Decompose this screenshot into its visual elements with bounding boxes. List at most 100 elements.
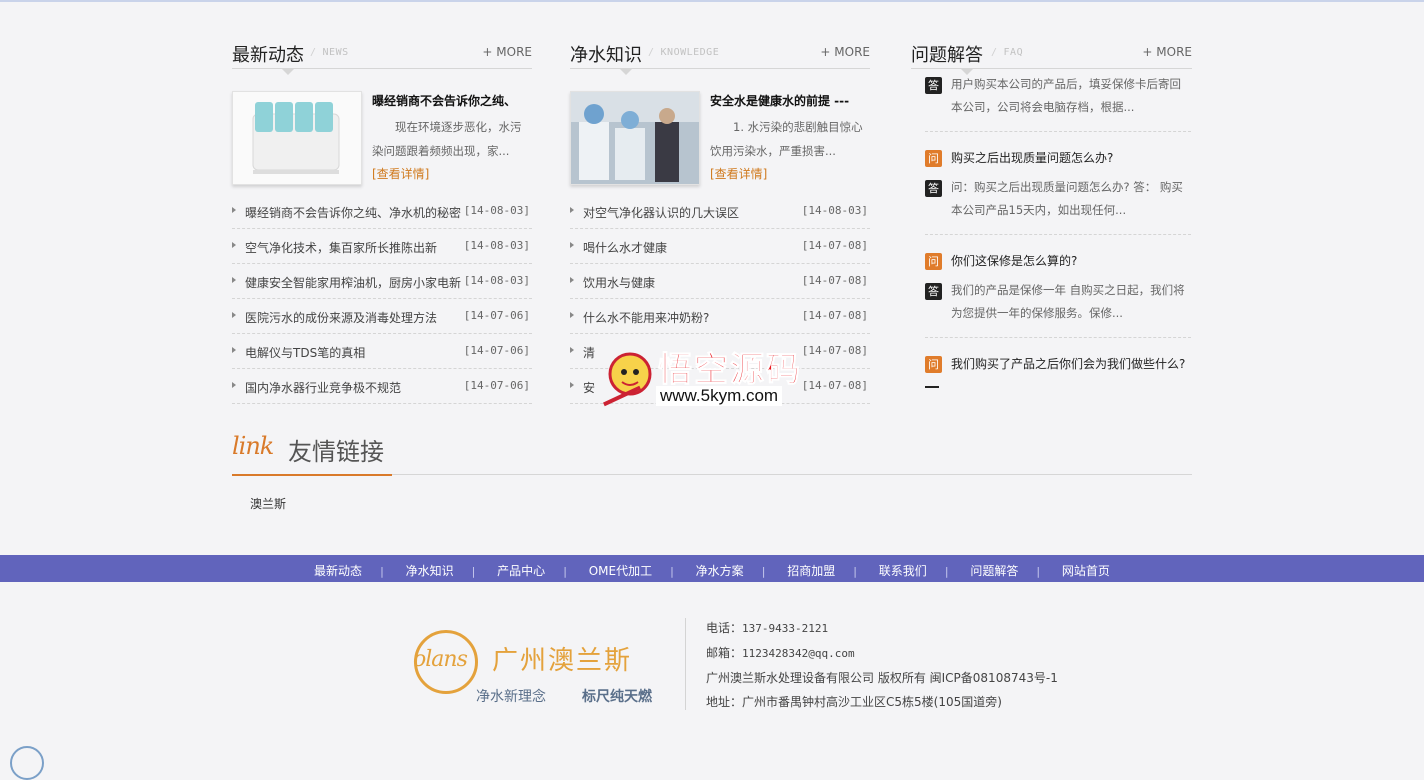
nav-item-faq[interactable]: 问题解答 [970,562,1018,579]
monkey-king-icon [603,352,652,407]
nav-separator: | [1036,565,1041,578]
answer-badge-icon: 答 [925,77,942,94]
friend-links-list: 澳兰斯 [232,475,1192,512]
logo-slogan-2: 标尺纯天燃 [582,689,652,705]
friend-links-header: link 友情链接 [232,430,1192,476]
news-list-item[interactable]: 电解仪与TDS笔的真相 [14-07-06] [232,334,532,369]
friend-links-title: 友情链接 [288,438,384,466]
bullet-icon [570,312,574,318]
bullet-icon [570,242,574,248]
faq-title: 问题解答 [911,45,983,66]
knowledge-header: 净水知识 / KNOWLEDGE + MORE [570,38,870,75]
water-purifier-image[interactable] [232,91,362,185]
footer-nav: 最新动态 | 净水知识 | 产品中心 | OME代加工 | 净水方案 | 招商加盟 | 联系… [0,555,1424,582]
knowledge-feature-detail-link[interactable]: [查看详情] [710,165,767,182]
footer-contact: 电话：137-9433-2121 邮箱：1123428342@qq.com 广州… [706,616,1058,714]
nav-item-news[interactable]: 最新动态 [314,562,362,579]
news-more-link[interactable]: + MORE [482,45,532,59]
nav-item-solutions[interactable]: 净水方案 [696,562,744,579]
news-list-item[interactable]: 健康安全智能家用榨油机，厨房小家电新 [14-08-03] [232,264,532,299]
faq-en-title: / FAQ [991,47,1024,58]
faq-answer: 答我们的产品是保修一年 自购买之日起，我们将为您提供一年的保修服务。保修... [925,279,1191,325]
logo-circle-icon: olans [413,630,478,694]
question-badge-icon: 问 [925,356,942,373]
knowledge-more-link[interactable]: + MORE [820,45,870,59]
nav-item-franchise[interactable]: 招商加盟 [787,562,835,579]
water-dispenser-photo[interactable] [570,91,700,185]
bullet-icon [232,382,236,388]
nav-item-home[interactable]: 网站首页 [1062,562,1110,579]
watermark-url: www.5kym.com [656,386,783,406]
knowledge-feature-desc: 1. 水污染的悲剧触目惊心 饮用污染水，严重损害... [710,120,863,158]
bullet-icon [232,312,236,318]
knowledge-list-item[interactable]: 对空气净化器认识的几大误区 [14-08-03] [570,194,870,229]
news-title: 最新动态 [232,45,304,66]
knowledge-list-item[interactable]: 饮用水与健康 [14-07-08] [570,264,870,299]
news-feature-title[interactable]: 曝经销商不会告诉你之纯、 [372,92,534,109]
footer-logo[interactable]: olans 广州澳兰斯 净水新理念 标尺纯天燃 [410,620,664,712]
knowledge-feature: 安全水是健康水的前提 --- 1. 水污染的悲剧触目惊心 饮用污染水，严重损害.… [570,69,870,187]
knowledge-title: 净水知识 [570,45,642,66]
nav-separator: | [670,565,674,578]
footer-email: 邮箱：1123428342@qq.com [706,646,855,660]
friend-link[interactable]: 澳兰斯 [250,497,286,511]
faq-question[interactable]: 问购买之后出现质量问题怎么办? [925,146,1191,170]
news-feature-desc: 现在环境逐步恶化，水污染问题跟着频频出现，家... [372,120,522,158]
corner-badge-icon [10,746,44,780]
bullet-icon [570,207,574,213]
bullet-icon [570,382,574,388]
news-list-item[interactable]: 曝经销商不会告诉你之纯、净水机的秘密 [14-08-03] [232,194,532,229]
news-list-item[interactable]: 医院污水的成份来源及消毒处理方法 [14-07-06] [232,299,532,334]
faq-more-link[interactable]: + MORE [1142,45,1192,59]
nav-item-knowledge[interactable]: 净水知识 [406,562,454,579]
friend-links-underline [232,474,392,476]
answer-badge-icon: 答 [925,283,942,300]
nav-separator: | [563,565,567,578]
nav-item-oem[interactable]: OME代加工 [589,562,652,579]
faq-item: 答用户购买本公司的产品后，填妥保修卡后寄回本公司，公司将会电脑存档，根据... [925,69,1191,132]
nav-separator: | [761,565,766,578]
bullet-icon [232,347,236,353]
question-badge-icon: 问 [925,253,942,270]
news-list-item[interactable]: 国内净水器行业竞争极不规范 [14-07-06] [232,369,532,404]
faq-item: 问我们购买了产品之后你们会为我们做些什么? [925,338,1191,388]
watermark-title: 悟空源码 [658,350,802,391]
knowledge-list-item[interactable]: 喝什么水才健康 [14-07-08] [570,229,870,264]
knowledge-list-item[interactable]: 什么水不能用来冲奶粉? [14-07-08] [570,299,870,334]
top-border [0,0,1424,2]
news-list-item[interactable]: 空气净化技术，集百家所长推陈出新 [14-08-03] [232,229,532,264]
nav-separator: | [471,565,476,578]
bullet-icon [232,277,236,283]
faq-header: 问题解答 / FAQ + MORE [911,38,1192,75]
nav-separator: | [380,565,384,578]
logo-slogan-1: 净水新理念 [476,689,546,705]
answer-badge-icon [925,386,939,388]
faq-column: 问题解答 / FAQ + MORE 答用户购买本公司的产品后，填妥保修卡后寄回本公… [911,38,1192,419]
news-header: 最新动态 / NEWS + MORE [232,38,532,75]
bullet-icon [232,242,236,248]
knowledge-feature-title[interactable]: 安全水是健康水的前提 --- [710,92,872,109]
nav-separator: | [944,565,949,578]
faq-question[interactable]: 问你们这保修是怎么算的? [925,249,1191,273]
nav-separator: | [853,565,857,578]
watermark: 悟空源码 www.5kym.com [598,342,828,414]
knowledge-en-title: / KNOWLEDGE [648,47,720,58]
faq-item: 问购买之后出现质量问题怎么办? 答问：购买之后出现质量问题怎么办? 答： 购买本… [925,132,1191,235]
bullet-icon [570,347,574,353]
nav-item-products[interactable]: 产品中心 [497,562,545,579]
faq-scroll-list[interactable]: 答用户购买本公司的产品后，填妥保修卡后寄回本公司，公司将会电脑存档，根据... … [911,69,1192,419]
friend-links-section: link 友情链接 澳兰斯 [232,430,1192,512]
faq-question[interactable]: 问我们购买了产品之后你们会为我们做些什么? [925,352,1191,376]
question-badge-icon: 问 [925,150,942,167]
news-en-title: / NEWS [310,47,349,58]
bullet-icon [232,207,236,213]
faq-answer: 答用户购买本公司的产品后，填妥保修卡后寄回本公司，公司将会电脑存档，根据... [925,73,1191,119]
footer-divider [685,618,686,710]
footer-address: 地址：广州市番禺钟村高沙工业区C5栋5楼(105国道旁) [706,695,1002,709]
nav-item-contact[interactable]: 联系我们 [879,562,927,579]
faq-answer: 答问：购买之后出现质量问题怎么办? 答： 购买本公司产品15天内，如出现任何..… [925,176,1191,222]
bullet-icon [570,277,574,283]
answer-badge-icon: 答 [925,180,942,197]
news-feature: 曝经销商不会告诉你之纯、 现在环境逐步恶化，水污染问题跟着频频出现，家... [… [232,69,532,187]
news-feature-detail-link[interactable]: [查看详情] [372,165,429,182]
